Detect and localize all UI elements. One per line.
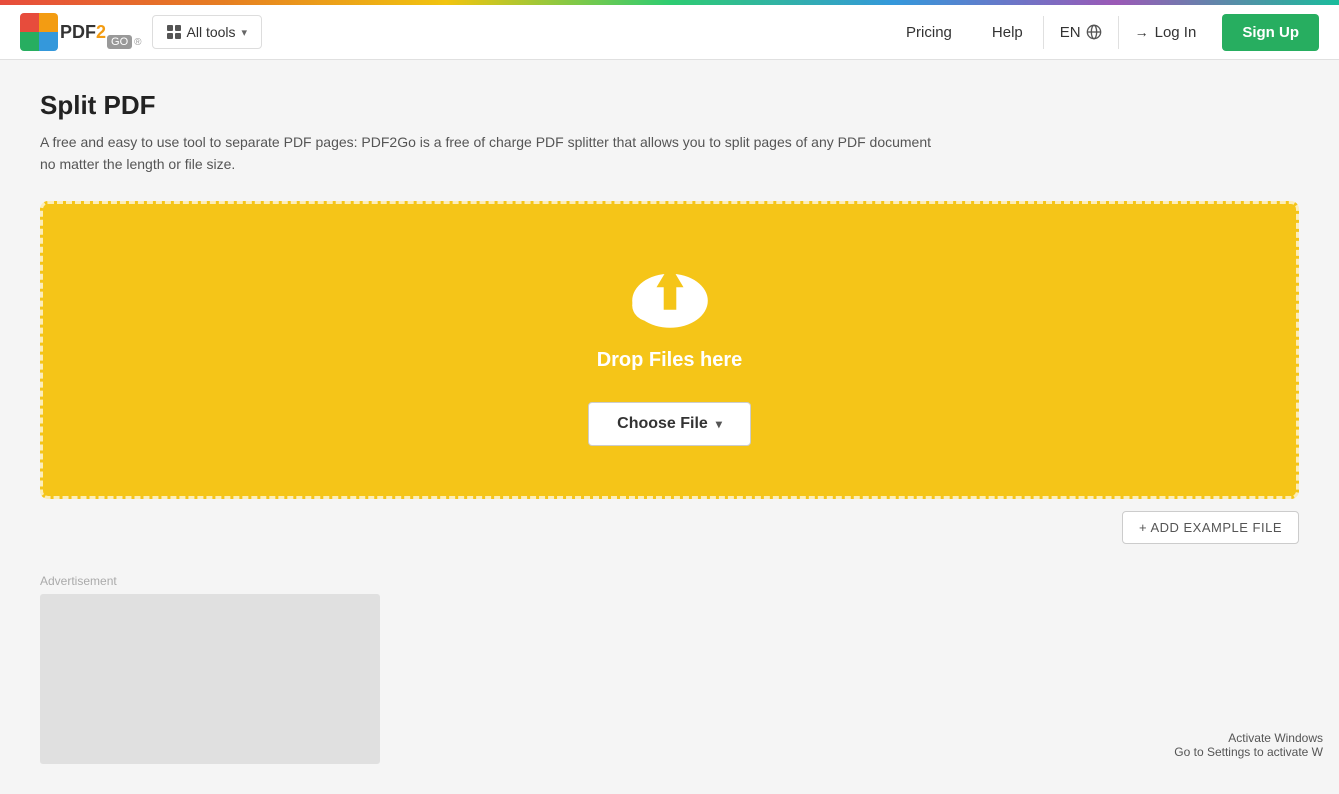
windows-activation-notice: Activate Windows Go to Settings to activ… xyxy=(1158,721,1339,769)
lang-label: EN xyxy=(1060,24,1081,41)
ad-box xyxy=(40,594,380,764)
header: PDF 2 GO ® All tools ▾ Pricing Help EN →… xyxy=(0,5,1339,60)
help-link[interactable]: Help xyxy=(972,16,1043,49)
login-label: Log In xyxy=(1155,24,1197,41)
drop-zone[interactable]: Drop Files here Choose File ▾ xyxy=(40,201,1299,499)
logo-colored-box xyxy=(20,13,58,51)
all-tools-button[interactable]: All tools ▾ xyxy=(152,15,263,49)
choose-file-chevron-icon: ▾ xyxy=(716,417,722,431)
ad-label: Advertisement xyxy=(40,574,1299,588)
login-button[interactable]: → Log In xyxy=(1118,16,1213,49)
grid-icon xyxy=(167,25,181,39)
advertisement-section: Advertisement xyxy=(40,574,1299,764)
description-text: A free and easy to use tool to separate … xyxy=(40,134,931,172)
choose-file-label: Choose File xyxy=(617,415,708,433)
windows-activate-line1: Activate Windows xyxy=(1174,731,1323,745)
chevron-down-icon: ▾ xyxy=(242,26,248,39)
globe-icon xyxy=(1086,24,1102,40)
drop-text: Drop Files here xyxy=(597,349,743,372)
logo[interactable]: PDF 2 GO ® xyxy=(20,13,142,51)
choose-file-button[interactable]: Choose File ▾ xyxy=(588,402,751,446)
add-example-label: + ADD EXAMPLE FILE xyxy=(1139,520,1282,535)
page-description: A free and easy to use tool to separate … xyxy=(40,131,940,176)
logo-go-text: GO xyxy=(107,35,132,49)
login-arrow-icon: → xyxy=(1135,24,1149,40)
logo-reg: ® xyxy=(134,37,141,48)
language-button[interactable]: EN xyxy=(1043,16,1118,49)
logo-text: PDF xyxy=(60,22,96,43)
pricing-link[interactable]: Pricing xyxy=(886,16,972,49)
windows-activate-line2: Go to Settings to activate W xyxy=(1174,745,1323,759)
nav-links: Pricing Help EN → Log In Sign Up xyxy=(886,14,1319,51)
add-example-button[interactable]: + ADD EXAMPLE FILE xyxy=(1122,511,1299,544)
main-content: Split PDF A free and easy to use tool to… xyxy=(0,60,1339,794)
signup-button[interactable]: Sign Up xyxy=(1222,14,1319,51)
upload-cloud-icon xyxy=(625,254,715,334)
all-tools-label: All tools xyxy=(187,24,236,40)
page-title: Split PDF xyxy=(40,90,1299,121)
logo-2-text: 2 xyxy=(96,22,106,43)
add-example-row: + ADD EXAMPLE FILE xyxy=(40,511,1299,544)
